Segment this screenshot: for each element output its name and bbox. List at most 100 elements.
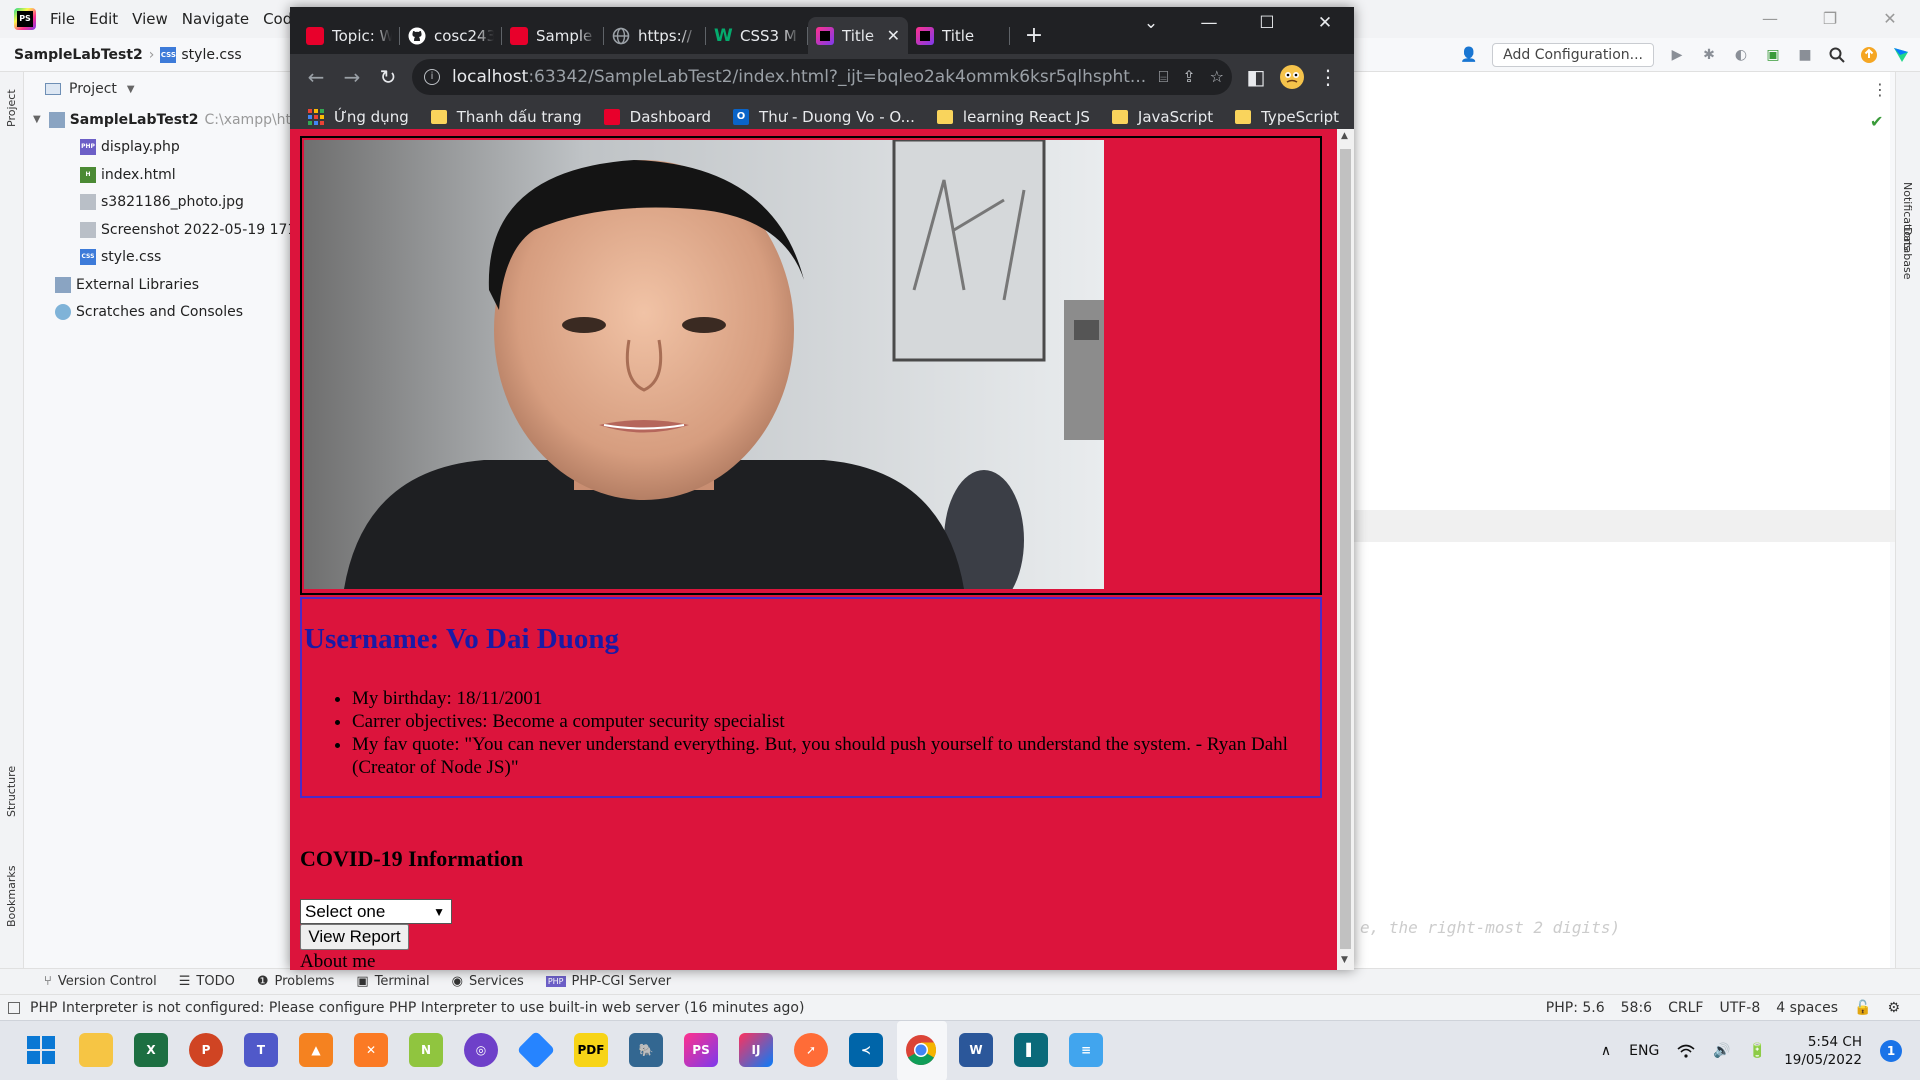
tree-file-screenshot[interactable]: Screenshot 2022-05-19 1716 <box>25 216 305 244</box>
tool-php-cgi[interactable]: PHP PHP-CGI Server <box>545 974 671 989</box>
menu-edit[interactable]: Edit <box>89 10 118 28</box>
build-icon[interactable]: ▣ <box>1764 46 1782 64</box>
share-icon[interactable]: ⇪ <box>1182 67 1195 87</box>
bookmark-star-icon[interactable]: ☆ <box>1210 67 1224 87</box>
bookmark-folder-typescript[interactable]: TypeScript <box>1235 108 1339 126</box>
language-indicator[interactable]: ENG <box>1629 1043 1659 1059</box>
file-explorer-icon[interactable] <box>79 1033 113 1067</box>
more-options-icon[interactable]: ⋮ <box>1872 80 1888 99</box>
project-tool-tab[interactable]: Project <box>5 89 18 127</box>
tree-external-libraries[interactable]: External Libraries <box>25 271 295 299</box>
ide-minimize-icon[interactable]: — <box>1740 0 1800 36</box>
ide-restore-icon[interactable]: ❐ <box>1800 0 1860 36</box>
back-icon[interactable]: ← <box>298 59 334 95</box>
reload-icon[interactable]: ↻ <box>370 59 406 95</box>
user-icon[interactable]: 👤 <box>1460 46 1478 64</box>
breadcrumb-project[interactable]: SampleLabTest2 <box>14 47 143 63</box>
chevron-down-icon[interactable]: ▼ <box>127 84 135 95</box>
tab-topic[interactable]: Topic: W <box>298 17 400 54</box>
coverage-icon[interactable]: ◐ <box>1732 46 1750 64</box>
tab-https[interactable]: https:// <box>604 17 706 54</box>
clock[interactable]: 5:54 CH 19/05/2022 <box>1784 1033 1862 1069</box>
wifi-icon[interactable] <box>1677 1044 1695 1058</box>
lock-icon[interactable]: 🔓 <box>1854 1000 1871 1016</box>
intellij-icon[interactable]: IJ <box>739 1033 773 1067</box>
bookmark-folder-react[interactable]: learning React JS <box>936 108 1090 126</box>
tool-version-control[interactable]: ⑂ Version Control <box>44 974 157 989</box>
status-message[interactable]: PHP Interpreter is not configured: Pleas… <box>30 1000 804 1016</box>
tree-file-style-css[interactable]: CSS style.css <box>25 244 295 272</box>
maximize-icon[interactable]: ☐ <box>1238 7 1296 39</box>
structure-tool-tab[interactable]: Structure <box>5 766 18 817</box>
site-info-icon[interactable]: i <box>424 68 440 85</box>
pdf-app-icon[interactable]: PDF <box>574 1033 608 1067</box>
update-icon[interactable] <box>1860 46 1878 64</box>
close-window-icon[interactable]: ✕ <box>1296 7 1354 39</box>
tree-file-display-php[interactable]: PHP display.php <box>25 134 295 162</box>
status-indent[interactable]: 4 spaces <box>1776 1000 1838 1016</box>
notepad-plus-icon[interactable]: N <box>409 1033 443 1067</box>
translate-icon[interactable]: ⌸ <box>1159 67 1169 87</box>
new-tab-button[interactable]: + <box>1016 17 1052 54</box>
search-icon[interactable] <box>1828 46 1846 64</box>
inspector-icon[interactable]: ⚙ <box>1887 1000 1900 1016</box>
tab-title-active[interactable]: Title ✕ <box>808 17 908 54</box>
bookmark-dashboard[interactable]: Dashboard <box>603 108 711 126</box>
notification-badge[interactable]: 1 <box>1880 1040 1902 1062</box>
menu-dots-icon[interactable]: ⋮ <box>1310 59 1346 95</box>
excel-icon[interactable]: X <box>134 1033 168 1067</box>
scrollbar-thumb[interactable] <box>1340 149 1351 949</box>
bookmark-folder-thanh-dau-trang[interactable]: Thanh dấu trang <box>430 108 582 126</box>
bookmark-outlook[interactable]: O Thư - Duong Vo - O... <box>733 108 915 126</box>
bookmarks-tool-tab[interactable]: Bookmarks <box>5 866 18 927</box>
side-panel-icon[interactable]: ◧ <box>1238 59 1274 95</box>
volume-icon[interactable]: 🔊 <box>1713 1043 1730 1059</box>
tool-terminal[interactable]: ▣ Terminal <box>356 974 429 989</box>
postman-icon[interactable]: ➚ <box>794 1033 828 1067</box>
status-encoding[interactable]: UTF-8 <box>1719 1000 1760 1016</box>
bookmark-folder-javascript[interactable]: JavaScript <box>1111 108 1213 126</box>
close-tab-icon[interactable]: ✕ <box>887 26 900 45</box>
tab-sample[interactable]: Sample <box>502 17 604 54</box>
powerpoint-icon[interactable]: P <box>189 1033 223 1067</box>
breadcrumb-file[interactable]: CSS style.css <box>160 46 242 63</box>
bookmark-apps[interactable]: Ứng dụng <box>308 108 409 126</box>
menu-file[interactable]: File <box>50 10 75 28</box>
notepad-icon[interactable]: ≡ <box>1069 1033 1103 1067</box>
about-me-link[interactable]: About me <box>300 951 375 970</box>
add-configuration-button[interactable]: Add Configuration... <box>1492 43 1654 67</box>
show-hidden-icons-icon[interactable]: ∧ <box>1601 1043 1611 1059</box>
phpstorm-icon[interactable]: PS <box>684 1033 718 1067</box>
run-icon[interactable]: ▶ <box>1668 46 1686 64</box>
scroll-down-icon[interactable]: ▼ <box>1341 955 1348 965</box>
database-tool-tab[interactable]: Database <box>1901 227 1914 280</box>
tab-css3[interactable]: W CSS3 M <box>706 17 808 54</box>
xampp-icon[interactable]: ✕ <box>354 1033 388 1067</box>
vscode-icon[interactable]: ≺ <box>849 1033 883 1067</box>
word-icon[interactable]: W <box>959 1033 993 1067</box>
covid-select[interactable]: Select one ▼ <box>300 899 452 924</box>
tool-problems[interactable]: ❶ Problems <box>257 974 335 989</box>
tool-services[interactable]: ◉ Services <box>452 974 524 989</box>
menu-code[interactable]: Cod <box>263 10 292 28</box>
sourcetree-icon[interactable] <box>516 1030 556 1070</box>
app-teal-icon[interactable]: ▌ <box>1014 1033 1048 1067</box>
profile-avatar-icon[interactable] <box>1274 59 1310 95</box>
page-scrollbar[interactable]: ▲ ▼ <box>1337 129 1354 970</box>
tree-root[interactable]: ▼ SampleLabTest2 C:\xampp\htc <box>25 106 299 134</box>
tab-search-icon[interactable]: ⌄ <box>1122 7 1180 39</box>
chrome-icon[interactable] <box>904 1033 938 1067</box>
minimize-icon[interactable]: — <box>1180 7 1238 39</box>
app-orange-icon[interactable]: ▲ <box>299 1033 333 1067</box>
view-report-button[interactable]: View Report <box>300 924 409 950</box>
status-php-version[interactable]: PHP: 5.6 <box>1546 1000 1605 1016</box>
menu-view[interactable]: View <box>132 10 168 28</box>
tree-scratches[interactable]: Scratches and Consoles <box>25 299 295 327</box>
jetbrains-icon[interactable] <box>1892 46 1910 64</box>
windows-start-icon[interactable] <box>24 1033 58 1067</box>
tab-title[interactable]: Title <box>908 17 1010 54</box>
tree-file-index-html[interactable]: H index.html <box>25 161 295 189</box>
teams-icon[interactable]: T <box>244 1033 278 1067</box>
stop-icon[interactable]: ■ <box>1796 46 1814 64</box>
status-line-separator[interactable]: CRLF <box>1668 1000 1703 1016</box>
